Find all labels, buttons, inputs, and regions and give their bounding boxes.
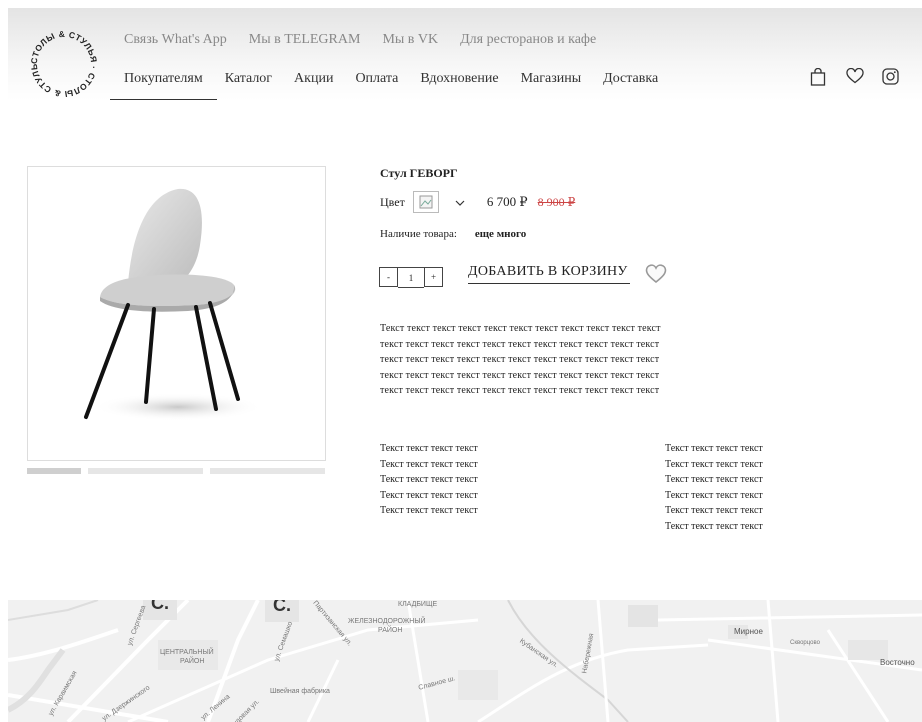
spec-line: Текст текст текст текст: [665, 489, 763, 501]
spec-line: Текст текст текст текст: [380, 505, 478, 516]
svg-text:СТОЛЫ & СТУЛЬЯ · СТОЛЫ & СТУЛЬ: СТОЛЫ & СТУЛЬЯ · СТОЛЫ & СТУЛЬЯ ·: [24, 24, 99, 99]
map-label: Скворцово: [790, 640, 820, 646]
nav-item-payment[interactable]: Оплата: [355, 71, 398, 87]
product-old-price: 8 900 ₽: [537, 194, 576, 209]
spec-line: Текст текст текст текст: [665, 443, 763, 454]
nav-item-stores[interactable]: Магазины: [521, 71, 582, 87]
telegram-link[interactable]: Мы в TELEGRAM: [249, 32, 361, 48]
spec-line: Текст текст текст текст: [665, 458, 763, 470]
instagram-icon[interactable]: [882, 68, 900, 86]
map-label: ЦЕНТРАЛЬНЫЙ: [160, 649, 214, 656]
map-label: РАЙОН: [378, 627, 403, 634]
restaurants-link[interactable]: Для ресторанов и кафе: [460, 32, 596, 48]
heart-icon[interactable]: [846, 67, 864, 86]
header-icons: [810, 67, 900, 86]
top-links: Связь What's App Мы в TELEGRAM Мы в VK Д…: [124, 32, 596, 48]
map-label: КЛАДБИЩЕ: [398, 601, 438, 608]
product-title: Стул ГЕВОРГ: [380, 166, 458, 180]
description-line: текст текст текст текст текст текст текс…: [380, 369, 660, 381]
availability-label: Наличие товара:: [380, 228, 457, 240]
slider-dot-2[interactable]: [88, 468, 203, 474]
spec-line: Текст текст текст текст: [380, 489, 478, 501]
specs-left: Текст текст текст текст Текст текст текс…: [380, 441, 478, 519]
color-row: Цвет 6 700 ₽ 8 900 ₽: [380, 191, 575, 213]
qty-plus-button[interactable]: +: [424, 267, 443, 287]
qty-input[interactable]: 1: [398, 267, 424, 288]
favorite-heart-icon[interactable]: [645, 264, 667, 286]
nav-item-delivery[interactable]: Доставка: [603, 71, 658, 87]
chevron-down-icon[interactable]: [455, 195, 465, 210]
site-logo[interactable]: СТОЛЫ & СТУЛЬЯ · СТОЛЫ & СТУЛЬЯ ·: [21, 16, 104, 104]
image-slider-dots: [27, 468, 325, 474]
map-marker[interactable]: С.: [265, 600, 299, 622]
spec-line: Текст текст текст текст: [665, 505, 763, 516]
map-label: ЖЕЛЕЗНОДОРОЖНЫЙ: [348, 618, 426, 625]
quantity-stepper: - 1 +: [379, 267, 443, 288]
store-map[interactable]: С. С. КЛАДБИЩЕ ЖЕЛЕЗНОДОРОЖНЫЙ РАЙОН ЦЕН…: [8, 600, 922, 722]
active-nav-underline: [110, 99, 217, 100]
nav-item-catalog[interactable]: Каталог: [225, 71, 272, 87]
spec-line: Текст текст текст текст: [665, 474, 763, 485]
nav-item-buyers[interactable]: Покупателям: [124, 71, 203, 87]
availability-value: еще много: [474, 228, 527, 240]
spec-line: Текст текст текст текст: [665, 520, 763, 532]
cart-icon[interactable]: [810, 67, 828, 86]
nav-item-promotions[interactable]: Акции: [294, 71, 333, 87]
description-line: Текст текст текст текст текст текст текс…: [380, 323, 661, 334]
map-marker[interactable]: С.: [143, 600, 177, 620]
map-label: РАЙОН: [180, 658, 205, 665]
spec-line: Текст текст текст текст: [380, 474, 478, 485]
broken-image-icon: [419, 195, 433, 209]
main-nav: Покупателям Каталог Акции Оплата Вдохнов…: [124, 71, 680, 87]
product-price: 6 700 ₽: [486, 194, 528, 209]
color-swatch-select[interactable]: [412, 191, 439, 213]
description-line: текст текст текст текст текст текст текс…: [380, 354, 660, 365]
description-line: текст текст текст текст текст текст текс…: [380, 385, 660, 396]
product-image[interactable]: [27, 166, 326, 461]
qty-minus-button[interactable]: -: [379, 267, 398, 287]
nav-item-inspiration[interactable]: Вдохновение: [420, 71, 498, 87]
map-label: Восточно: [880, 658, 915, 667]
map-label: Швейная фабрика: [270, 688, 330, 695]
specs-right: Текст текст текст текст Текст текст текс…: [665, 441, 763, 534]
slider-dot-1[interactable]: [27, 468, 81, 474]
add-to-cart-button[interactable]: ДОБАВИТЬ В КОРЗИНУ: [468, 264, 630, 284]
color-label: Цвет: [380, 194, 405, 209]
slider-dot-3[interactable]: [210, 468, 325, 474]
map-label: Мирное: [734, 627, 763, 636]
product-description: Текст текст текст текст текст текст текс…: [380, 321, 720, 399]
availability: Наличие товара: еще много: [380, 228, 526, 240]
spec-line: Текст текст текст текст: [380, 443, 478, 454]
description-line: текст текст текст текст текст текст текс…: [380, 338, 660, 350]
vk-link[interactable]: Мы в VK: [382, 32, 438, 48]
site-header: СТОЛЫ & СТУЛЬЯ · СТОЛЫ & СТУЛЬЯ · Связь …: [8, 8, 922, 100]
whatsapp-link[interactable]: Связь What's App: [124, 32, 227, 48]
spec-line: Текст текст текст текст: [380, 458, 478, 470]
